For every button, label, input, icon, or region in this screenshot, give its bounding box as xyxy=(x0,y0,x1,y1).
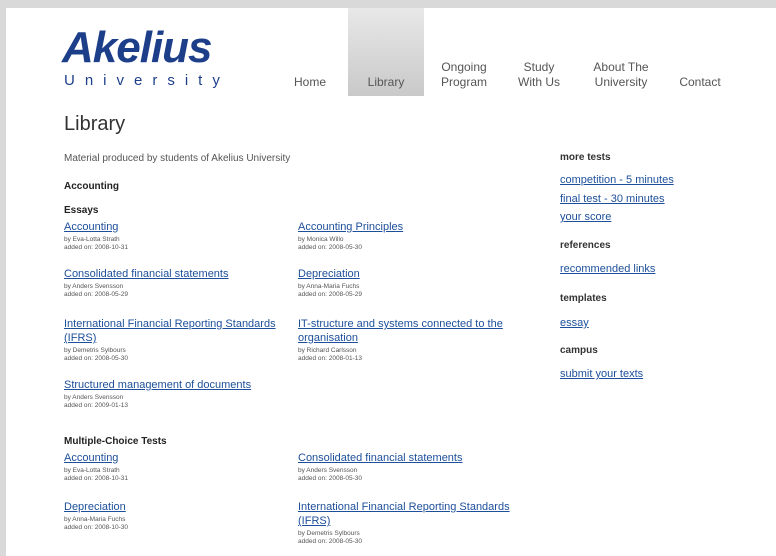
essay-author: by Richard Carlsson xyxy=(298,347,357,354)
essay-author: by Demetris Sylbours xyxy=(64,347,126,354)
essay-link[interactable]: Accounting xyxy=(64,220,294,234)
essay-link[interactable]: Consolidated financial statements xyxy=(64,267,294,281)
nav-about-label: About The University xyxy=(593,60,649,89)
nav-contact[interactable]: Contact xyxy=(672,8,728,96)
logo-wordmark: Akelius xyxy=(62,23,213,72)
nav-home[interactable]: Home xyxy=(280,8,340,96)
page: Akelius University Home Library Ongoing … xyxy=(6,8,776,556)
essay-link[interactable]: Depreciation xyxy=(298,267,528,281)
essay-added: added on: 2008-05-29 xyxy=(64,291,128,298)
mc-test-added: added on: 2008-05-30 xyxy=(298,475,362,482)
sidebar-heading-campus: campus xyxy=(560,345,598,356)
essay-author: by Monica Willo xyxy=(298,236,344,243)
mc-test-author: by Demetris Sylbours xyxy=(298,530,360,537)
essay-author: by Anders Svensson xyxy=(64,394,124,401)
nav-ongoing-program-label: Ongoing Program xyxy=(440,60,487,89)
sidebar-heading-references: references xyxy=(560,240,611,251)
nav-study-with-us[interactable]: Study With Us xyxy=(514,8,564,96)
essay-item: Consolidated financial statements by And… xyxy=(64,267,294,299)
essay-author: by Eva-Lotta Strath xyxy=(64,236,120,243)
sidebar-link-your-score[interactable]: your score xyxy=(560,211,611,223)
mc-test-link[interactable]: Accounting xyxy=(64,451,294,465)
nav-contact-label: Contact xyxy=(679,75,721,89)
nav-library[interactable]: Library xyxy=(348,8,424,96)
nav-study-with-us-label: Study With Us xyxy=(518,60,560,89)
essay-item: Structured management of documents by An… xyxy=(64,378,324,410)
mc-test-author: by Anders Svensson xyxy=(298,467,358,474)
essays-heading: Essays xyxy=(64,205,99,216)
mc-test-added: added on: 2008-10-31 xyxy=(64,475,128,482)
essay-link[interactable]: International Financial Reporting Standa… xyxy=(64,317,294,345)
sidebar-link-essay[interactable]: essay xyxy=(560,317,589,329)
mc-test-author: by Anna-Maria Fuchs xyxy=(64,516,126,523)
essay-added: added on: 2008-10-31 xyxy=(64,244,128,251)
logo[interactable]: Akelius University xyxy=(62,23,230,90)
logo-subtitle: University xyxy=(64,72,230,89)
nav-home-label: Home xyxy=(293,75,326,89)
mc-test-link[interactable]: Depreciation xyxy=(64,500,294,514)
essay-item: Accounting Principles by Monica Willo ad… xyxy=(298,220,528,252)
essay-item: Accounting by Eva-Lotta Strath added on:… xyxy=(64,220,294,252)
sidebar-link-competition[interactable]: competition - 5 minutes xyxy=(560,174,674,186)
essay-added: added on: 2009-01-13 xyxy=(64,402,128,409)
mc-test-link[interactable]: International Financial Reporting Standa… xyxy=(298,500,528,528)
essay-author: by Anders Svensson xyxy=(64,283,124,290)
essay-link[interactable]: Accounting Principles xyxy=(298,220,528,234)
mc-test-author: by Eva-Lotta Strath xyxy=(64,467,120,474)
essay-author: by Anna-Maria Fuchs xyxy=(298,283,360,290)
intro-text: Material produced by students of Akelius… xyxy=(64,153,291,164)
sidebar-heading-more-tests: more tests xyxy=(560,152,611,163)
mc-test-item: Consolidated financial statements by And… xyxy=(298,451,528,483)
page-title: Library xyxy=(64,113,126,135)
essay-added: added on: 2008-01-13 xyxy=(298,355,362,362)
essay-added: added on: 2008-05-30 xyxy=(64,355,128,362)
section-title: Accounting xyxy=(64,181,119,192)
essay-item: International Financial Reporting Standa… xyxy=(64,317,294,363)
mc-tests-heading: Multiple-Choice Tests xyxy=(64,436,167,447)
essay-link[interactable]: IT-structure and systems connected to th… xyxy=(298,317,528,345)
mc-test-item: Depreciation by Anna-Maria Fuchs added o… xyxy=(64,500,294,532)
sidebar-link-final-test[interactable]: final test - 30 minutes xyxy=(560,193,665,205)
sidebar-link-submit-texts[interactable]: submit your texts xyxy=(560,368,643,380)
mc-test-link[interactable]: Consolidated financial statements xyxy=(298,451,528,465)
nav-library-label: Library xyxy=(367,75,405,89)
essay-added: added on: 2008-05-30 xyxy=(298,244,362,251)
essay-item: IT-structure and systems connected to th… xyxy=(298,317,528,363)
mc-test-added: added on: 2008-10-30 xyxy=(64,524,128,531)
mc-test-item: International Financial Reporting Standa… xyxy=(298,500,528,546)
mc-test-added: added on: 2008-05-30 xyxy=(298,538,362,545)
essay-added: added on: 2008-05-29 xyxy=(298,291,362,298)
sidebar-heading-templates: templates xyxy=(560,293,607,304)
mc-test-item: Accounting by Eva-Lotta Strath added on:… xyxy=(64,451,294,483)
nav-about[interactable]: About The University xyxy=(586,8,656,96)
essay-item: Depreciation by Anna-Maria Fuchs added o… xyxy=(298,267,528,299)
nav-ongoing-program[interactable]: Ongoing Program xyxy=(436,8,492,96)
sidebar-link-recommended-links[interactable]: recommended links xyxy=(560,263,655,275)
essay-link[interactable]: Structured management of documents xyxy=(64,378,324,392)
